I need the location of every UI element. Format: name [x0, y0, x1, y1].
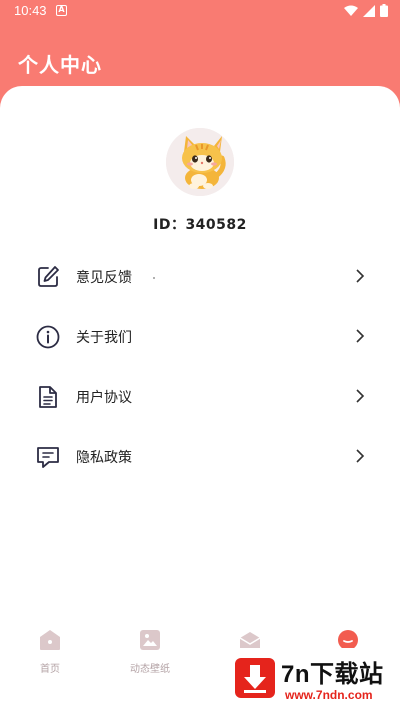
menu-item-feedback[interactable]: 意见反馈 — [0, 251, 400, 301]
tab-live-wallpaper[interactable]: 动态壁纸 — [105, 628, 195, 675]
cat-avatar-image — [166, 128, 234, 196]
chevron-right-icon — [356, 329, 365, 343]
menu-item-about[interactable]: 关于我们 — [0, 311, 400, 361]
menu-item-user-agreement[interactable]: 用户协议 — [0, 371, 400, 421]
message-icon — [37, 447, 59, 468]
avatar[interactable] — [166, 128, 234, 196]
status-icons — [344, 4, 388, 17]
wifi-icon — [344, 5, 358, 16]
tab-label: 动态壁纸 — [130, 664, 170, 675]
menu-item-label: 意见反馈 — [76, 270, 132, 286]
menu-item-label: 关于我们 — [76, 330, 132, 346]
menu-item-label: 用户协议 — [76, 390, 132, 406]
status-time: 10:43 — [14, 3, 47, 18]
document-icon — [39, 386, 57, 408]
signal-icon — [363, 4, 375, 17]
download-arrow-icon — [244, 665, 266, 693]
page-title: 个人中心 — [18, 53, 102, 77]
tab-label: 首页 — [40, 664, 60, 675]
profile-sheet: ID：340582 意见反馈 关于我们 用户协议 隐私政策 — [0, 86, 400, 712]
battery-icon — [380, 4, 388, 17]
user-id: ID：340582 — [153, 217, 247, 233]
status-bar: 10:43 A — [0, 0, 400, 24]
image-icon — [140, 630, 160, 650]
download-logo-icon — [235, 658, 275, 698]
watermark-url: www.7ndn.com — [285, 688, 373, 702]
tab-home[interactable]: 首页 — [5, 628, 95, 675]
edit-icon — [38, 266, 59, 287]
chevron-right-icon — [356, 389, 365, 403]
notification-icon: A — [56, 5, 67, 16]
home-icon — [40, 630, 60, 650]
watermark: 7n下载站 www.7ndn.com — [229, 648, 397, 708]
menu-item-label: 隐私政策 — [76, 450, 132, 466]
info-icon — [36, 325, 60, 349]
stray-dot — [153, 277, 155, 279]
watermark-title: 7n下载站 — [281, 661, 384, 688]
menu-item-privacy-policy[interactable]: 隐私政策 — [0, 431, 400, 481]
chevron-right-icon — [356, 449, 365, 463]
chevron-right-icon — [356, 269, 365, 283]
